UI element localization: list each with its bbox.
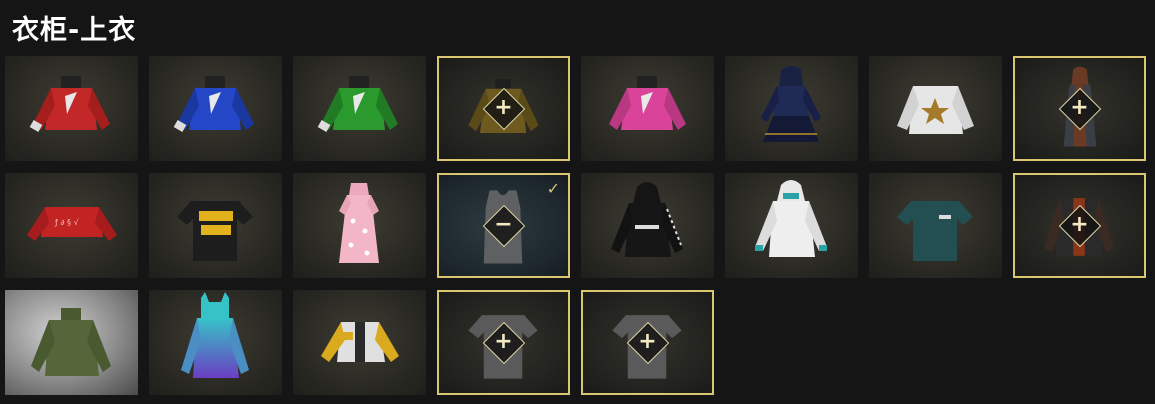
slot-red-long-sleeve-shirt[interactable]	[5, 56, 138, 161]
red-crop-top-icon: ƒ ∂ § √	[27, 207, 117, 241]
slot-green-long-sleeve-shirt[interactable]	[293, 56, 426, 161]
slot-navy-hooded-dress[interactable]	[725, 56, 858, 161]
green-shirt-icon	[317, 76, 398, 132]
wardrobe-grid: + + ƒ ∂ § √ ✓ − + + +	[5, 56, 1151, 401]
plus-icon: +	[494, 94, 513, 120]
slot-hooded-cloak[interactable]: +	[1013, 56, 1146, 161]
black-hoodie-icon	[611, 182, 683, 257]
black-tshirt-icon	[177, 201, 253, 261]
blue-shirt-icon	[173, 76, 254, 132]
yellow-jacket-icon	[321, 322, 399, 362]
svg-text:ƒ ∂ § √: ƒ ∂ § √	[54, 218, 80, 227]
slot-black-hoodie[interactable]	[581, 173, 714, 278]
slot-green-turtleneck[interactable]	[5, 290, 138, 395]
slot-olive-top[interactable]: +	[437, 56, 570, 161]
pink-shirt-icon	[609, 76, 686, 130]
white-hoodie-icon	[755, 180, 827, 257]
plus-icon: +	[1070, 94, 1089, 120]
slot-yellow-white-jacket[interactable]	[293, 290, 426, 395]
teal-tshirt-icon	[897, 201, 973, 261]
slot-white-star-sweater[interactable]	[869, 56, 1002, 161]
equipped-check-icon: ✓	[546, 179, 560, 198]
slot-blue-long-sleeve-shirt[interactable]	[149, 56, 282, 161]
slot-gray-tank-top[interactable]: ✓ −	[437, 173, 570, 278]
green-turtleneck-icon	[31, 308, 111, 376]
gradient-hoodie-icon	[181, 292, 249, 378]
slot-black-graphic-tshirt[interactable]	[149, 173, 282, 278]
slot-white-hoodie[interactable]	[725, 173, 858, 278]
page-title: 衣柜-上衣	[12, 15, 137, 46]
navy-dress-icon	[761, 66, 821, 142]
pink-dress-icon	[339, 183, 379, 263]
slot-pink-long-sleeve-shirt[interactable]	[581, 56, 714, 161]
slot-teal-purple-hoodie[interactable]	[149, 290, 282, 395]
slot-leather-jacket[interactable]: +	[1013, 173, 1146, 278]
slot-red-crop-top[interactable]: ƒ ∂ § √	[5, 173, 138, 278]
slot-gray-tshirt-2[interactable]: +	[581, 290, 714, 395]
slot-gray-tshirt[interactable]: +	[437, 290, 570, 395]
minus-icon: −	[494, 211, 513, 237]
plus-icon: +	[1070, 211, 1089, 237]
red-shirt-icon	[29, 76, 110, 132]
slot-pink-cheongsam[interactable]	[293, 173, 426, 278]
plus-icon: +	[638, 328, 657, 354]
slot-teal-tshirt[interactable]	[869, 173, 1002, 278]
plus-icon: +	[494, 328, 513, 354]
white-sweater-icon	[897, 86, 974, 134]
